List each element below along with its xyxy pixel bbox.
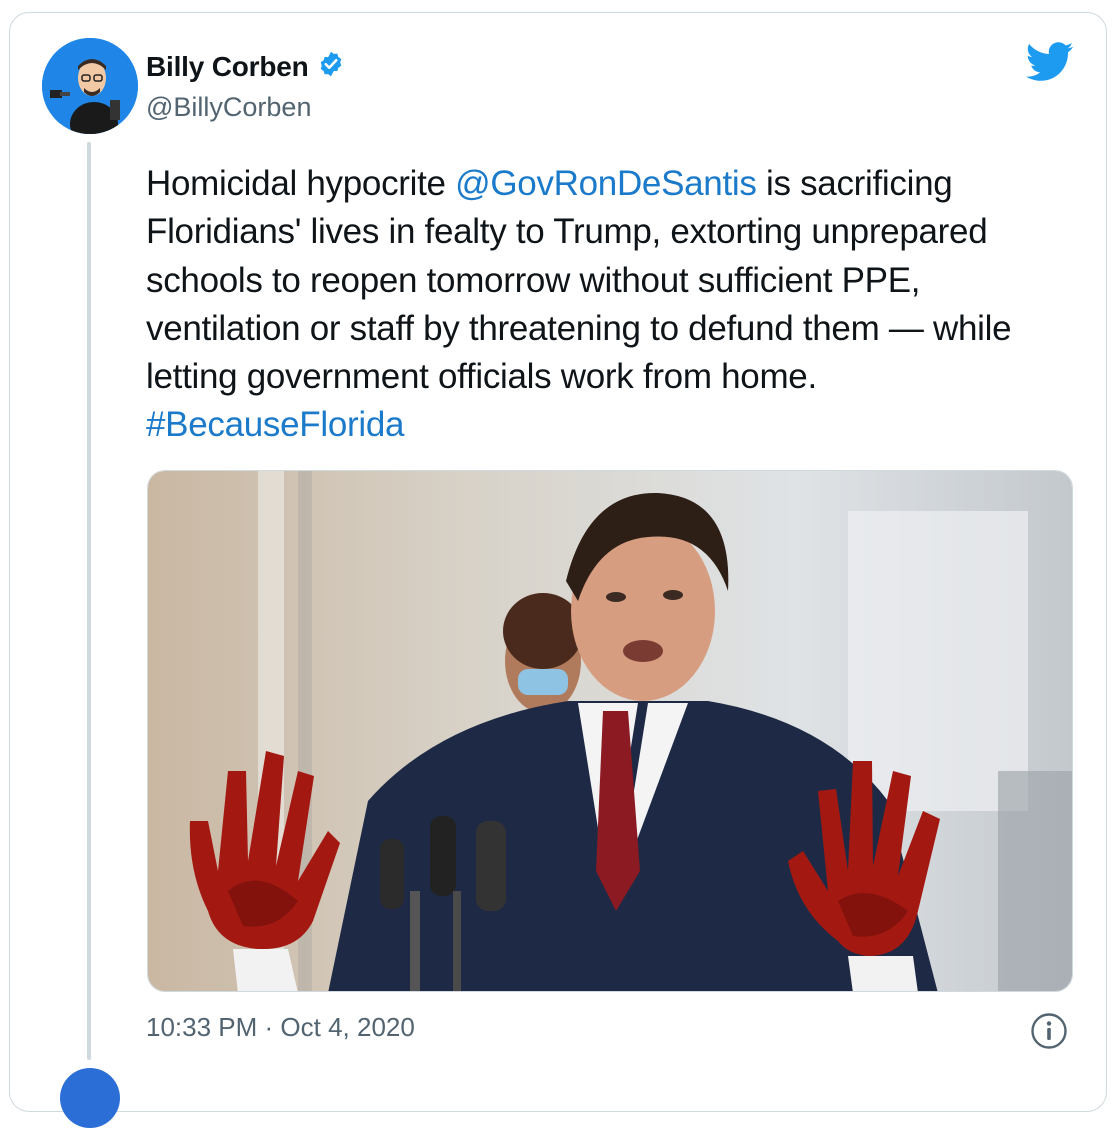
tweet-photo[interactable] xyxy=(147,470,1073,992)
display-name[interactable]: Billy Corben xyxy=(146,51,309,83)
verified-badge-icon xyxy=(317,50,345,83)
tweet-text: Homicidal hypocrite @GovRonDeSantis is s… xyxy=(146,160,1076,450)
author-handle[interactable]: @BillyCorben xyxy=(146,92,311,123)
mention-link[interactable]: @GovRonDeSantis xyxy=(455,164,757,203)
avatar[interactable] xyxy=(42,38,138,134)
tweet-date[interactable]: Oct 4, 2020 xyxy=(280,1012,414,1042)
hashtag-link[interactable]: #BecauseFlorida xyxy=(146,405,404,444)
reply-avatar[interactable] xyxy=(60,1068,120,1128)
author-name-row[interactable]: Billy Corben xyxy=(146,50,345,83)
tweet-text-part-1: Homicidal hypocrite xyxy=(146,164,456,203)
info-icon[interactable] xyxy=(1030,1012,1068,1055)
twitter-bird-icon[interactable] xyxy=(1025,42,1074,87)
tweet-timestamp[interactable]: 10:33 PM · Oct 4, 2020 xyxy=(146,1012,415,1043)
thread-line xyxy=(87,142,91,1060)
tweet-time[interactable]: 10:33 PM xyxy=(146,1012,257,1042)
timestamp-separator: · xyxy=(257,1012,281,1042)
